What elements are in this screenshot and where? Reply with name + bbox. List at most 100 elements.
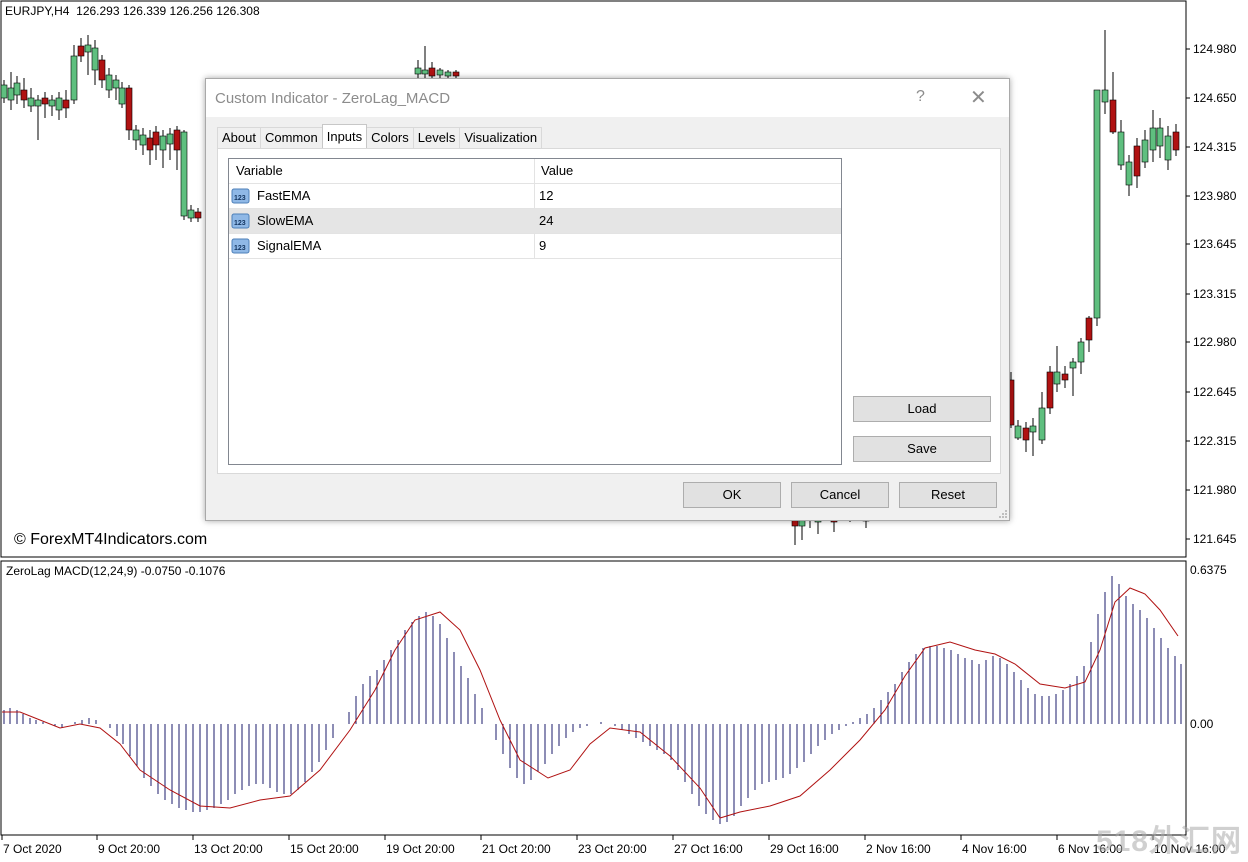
candle-body [34,99,42,107]
candle-body [7,87,15,101]
candle-body [436,69,444,76]
time-axis-label: 21 Oct 20:00 [482,842,551,856]
param-name: FastEMA [257,188,311,203]
candle-body [166,133,174,145]
candle-body [1164,135,1172,161]
candle-body [1172,131,1180,151]
time-axis-label: 23 Oct 20:00 [578,842,647,856]
candle-body [0,84,8,99]
tab-visualization[interactable]: Visualization [459,127,543,148]
table-header-row: Variable Value [229,159,841,184]
price-axis-label: 123.645 [1193,237,1237,251]
tab-levels[interactable]: Levels [412,127,461,148]
candle-body [91,47,99,71]
int-param-icon: 123 [231,213,250,229]
candle-body [421,69,429,75]
candle-body [1014,425,1022,439]
int-param-icon: 123 [231,238,250,254]
candle-body [1038,407,1046,441]
time-axis-label: 13 Oct 20:00 [194,842,263,856]
ok-button[interactable]: OK [683,482,781,508]
indicator-title: ZeroLag MACD(12,24,9) -0.0750 -0.1076 [6,564,226,578]
table-row[interactable]: 123 SlowEMA 24 [229,209,841,234]
cancel-button[interactable]: Cancel [791,482,889,508]
candle-body [20,89,28,101]
candle-body [112,79,120,89]
column-header-value[interactable]: Value [541,159,573,183]
candle-body [452,71,460,77]
macd-histogram [3,576,1182,824]
tab-inputs[interactable]: Inputs [321,124,368,148]
candle-body [1053,371,1061,385]
price-axis-label: 124.980 [1193,42,1237,56]
price-axis-label: 123.315 [1193,287,1237,301]
price-axis-label: 122.980 [1193,335,1237,349]
candle-body [194,211,202,219]
candle-body [1069,361,1077,369]
param-value[interactable]: 12 [539,184,553,208]
save-button[interactable]: Save [853,436,991,462]
candle-body [125,87,133,131]
candle-body [159,135,167,151]
svg-text:123: 123 [234,245,246,252]
candle-body [1141,139,1149,163]
candle-body [152,131,160,146]
help-button[interactable]: ? [916,88,925,106]
candle-body [132,129,140,141]
table-row[interactable]: 123 SignalEMA 9 [229,234,841,259]
candle-body [139,134,147,146]
candle-body [1109,99,1117,133]
inputs-panel: Variable Value 123 FastEMA 12 123 SlowEM… [217,148,1001,474]
close-icon[interactable]: ✕ [970,85,987,110]
price-axis: 124.980 124.650 124.315 123.980 123.645 123.3… [1186,42,1237,546]
candle-body [1085,317,1093,341]
price-axis-label: 124.650 [1193,91,1237,105]
candle-body [1077,341,1085,363]
inputs-table: Variable Value 123 FastEMA 12 123 SlowEM… [228,158,842,465]
svg-text:123: 123 [234,220,246,227]
dialog-title: Custom Indicator - ZeroLag_MACD [215,90,451,107]
candle-body [118,87,126,105]
candle-body [180,131,188,217]
time-axis-label: 19 Oct 20:00 [386,842,455,856]
candle-body [1101,89,1109,103]
time-axis-label: 15 Oct 20:00 [290,842,359,856]
candle-body [173,129,181,151]
candle-body [1093,89,1101,319]
table-row[interactable]: 123 FastEMA 12 [229,184,841,209]
param-value[interactable]: 24 [539,209,553,233]
macd-signal-line [2,587,1179,819]
candle-body [1029,425,1037,433]
candle-body [414,67,422,75]
price-axis-label: 121.980 [1193,483,1237,497]
candle-body [1046,371,1054,409]
tab-about[interactable]: About [217,127,261,148]
reset-button[interactable]: Reset [899,482,997,508]
load-button[interactable]: Load [853,396,991,422]
candle-body [48,99,56,107]
candle-body [84,44,92,53]
time-axis-label: 27 Oct 16:00 [674,842,743,856]
indicator-axis-label: 0.00 [1190,717,1214,731]
tab-colors[interactable]: Colors [366,127,414,148]
time-axis-label: 29 Oct 16:00 [770,842,839,856]
indicator-axis: 0.6375 0.00 [1190,563,1227,731]
candle-body [444,71,452,77]
time-axis-label: 9 Oct 20:00 [98,842,160,856]
param-value[interactable]: 9 [539,234,546,258]
svg-text:123: 123 [234,195,246,202]
dialog-titlebar[interactable]: Custom Indicator - ZeroLag_MACD ? ✕ [206,79,1009,117]
candle-body [1149,127,1157,151]
candle-body [187,209,195,219]
column-header-variable[interactable]: Variable [236,159,283,183]
candle-body [428,67,436,77]
time-axis: 7 Oct 2020 9 Oct 20:00 13 Oct 20:00 15 Oct … [1,835,1226,856]
custom-indicator-dialog: Custom Indicator - ZeroLag_MACD ? ✕ Abou… [205,78,1010,521]
watermark-logo: 518外汇网 [1095,825,1242,858]
candle-body [62,99,70,109]
price-axis-label: 123.980 [1193,189,1237,203]
resize-grip-icon[interactable] [999,510,1007,518]
candle-body [41,97,49,105]
candle-body [1133,145,1141,177]
tab-common[interactable]: Common [259,127,323,148]
